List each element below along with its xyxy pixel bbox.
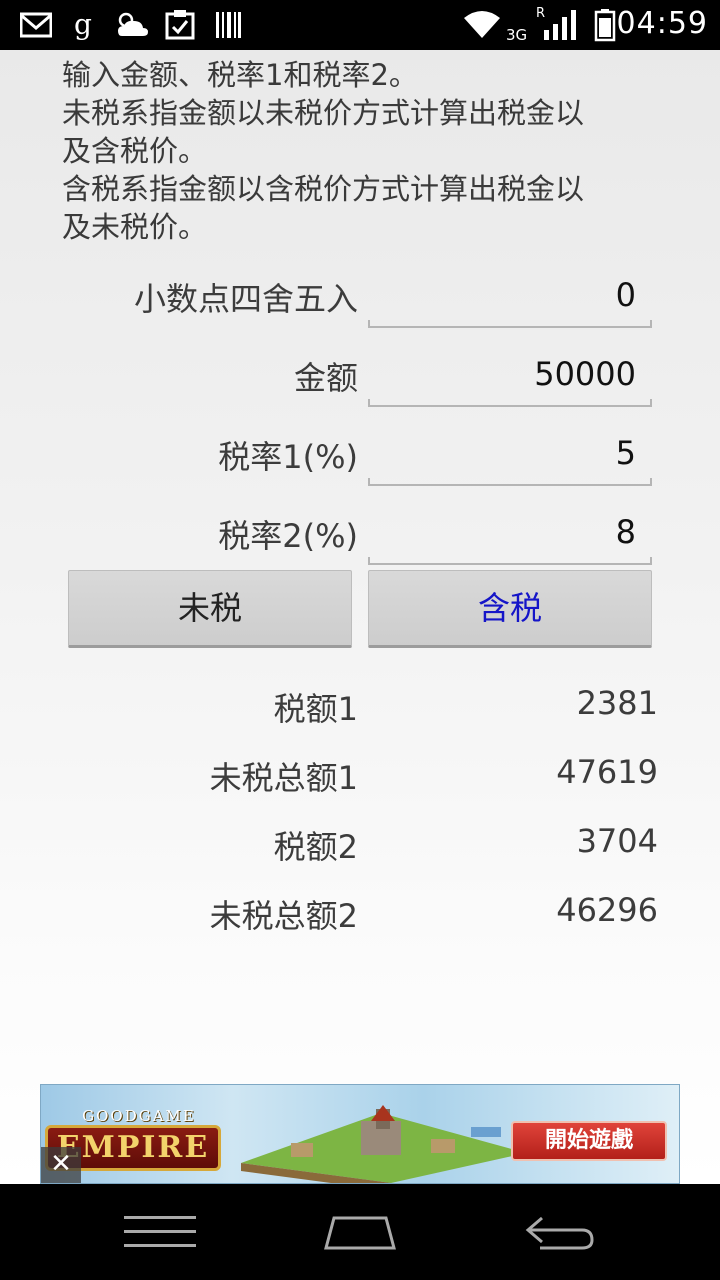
ad-brand-top: GOODGAME bbox=[82, 1107, 196, 1125]
untaxed-button[interactable]: 未税 bbox=[68, 570, 352, 648]
description-line: 未税系指金额以未税价方式计算出税金以 bbox=[62, 96, 585, 130]
input-underline bbox=[368, 478, 652, 486]
rate1-label: 税率1(%) bbox=[218, 438, 358, 476]
result-row: 税额2 3704 bbox=[0, 814, 720, 874]
wifi-icon bbox=[464, 11, 500, 38]
description-line: 含税系指金额以含税价方式计算出税金以 bbox=[62, 172, 585, 206]
input-underline bbox=[368, 399, 652, 407]
gmail-icon bbox=[20, 12, 52, 38]
untaxed-total1-value: 47619 bbox=[556, 753, 658, 791]
tax2-value: 3704 bbox=[576, 822, 658, 860]
rounding-row: 小数点四舍五入 bbox=[0, 262, 720, 332]
result-row: 未税总额1 47619 bbox=[0, 745, 720, 805]
tax1-value: 2381 bbox=[576, 684, 658, 722]
rate2-input[interactable] bbox=[368, 499, 652, 565]
status-time: 04:59 bbox=[616, 6, 708, 41]
description-line: 及未税价。 bbox=[62, 210, 208, 244]
ad-play-button[interactable]: 開始遊戲 bbox=[511, 1121, 667, 1161]
signal-icon bbox=[544, 10, 576, 40]
clipboard-check-icon bbox=[165, 10, 195, 40]
input-underline bbox=[368, 557, 652, 565]
description: 输入金额、税率1和税率2。 未税系指金额以未税价方式计算出税金以 及含税价。 含… bbox=[62, 56, 662, 246]
input-underline bbox=[368, 320, 652, 328]
back-icon[interactable] bbox=[524, 1210, 596, 1254]
rate1-field-wrap bbox=[368, 420, 652, 486]
rounding-label: 小数点四舍五入 bbox=[133, 280, 358, 318]
rate2-field-wrap bbox=[368, 499, 652, 565]
description-line: 及含税价。 bbox=[62, 134, 208, 168]
untaxed-total2-value: 46296 bbox=[556, 891, 658, 929]
tax2-label: 税额2 bbox=[273, 828, 358, 866]
ad-banner[interactable]: GOODGAME EMPIRE 開始遊戲 ✕ bbox=[40, 1084, 680, 1184]
menu-icon[interactable] bbox=[122, 1210, 198, 1254]
rounding-input[interactable] bbox=[368, 262, 652, 328]
rate1-row: 税率1(%) bbox=[0, 420, 720, 490]
amount-row: 金额 bbox=[0, 341, 720, 411]
google-plus-icon: g bbox=[74, 8, 92, 41]
result-row: 未税总额2 46296 bbox=[0, 883, 720, 943]
ad-close-icon[interactable]: ✕ bbox=[41, 1147, 81, 1183]
ad-castle-island-image bbox=[241, 1105, 526, 1183]
app-content: 输入金额、税率1和税率2。 未税系指金额以未税价方式计算出税金以 及含税价。 含… bbox=[0, 50, 720, 1184]
svg-text:g: g bbox=[74, 8, 92, 41]
rate2-row: 税率2(%) bbox=[0, 499, 720, 569]
rounding-field-wrap bbox=[368, 262, 652, 328]
amount-label: 金额 bbox=[293, 359, 358, 397]
battery-icon bbox=[594, 9, 616, 42]
status-bar: g 3G R 04:59 bbox=[0, 0, 720, 50]
home-icon[interactable] bbox=[322, 1210, 398, 1254]
untaxed-total2-label: 未税总额2 bbox=[209, 897, 358, 935]
amount-field-wrap bbox=[368, 341, 652, 407]
result-row: 税额1 2381 bbox=[0, 676, 720, 736]
tax1-label: 税额1 bbox=[273, 690, 358, 728]
rate2-label: 税率2(%) bbox=[218, 517, 358, 555]
barcode-icon bbox=[216, 12, 241, 38]
weather-icon bbox=[118, 12, 148, 36]
network-type-label: 3G bbox=[506, 26, 528, 44]
taxed-button[interactable]: 含税 bbox=[368, 570, 652, 648]
amount-input[interactable] bbox=[368, 341, 652, 407]
rate1-input[interactable] bbox=[368, 420, 652, 486]
navigation-bar bbox=[0, 1184, 720, 1280]
untaxed-total1-label: 未税总额1 bbox=[209, 759, 358, 797]
description-line: 输入金额、税率1和税率2。 bbox=[62, 58, 418, 92]
